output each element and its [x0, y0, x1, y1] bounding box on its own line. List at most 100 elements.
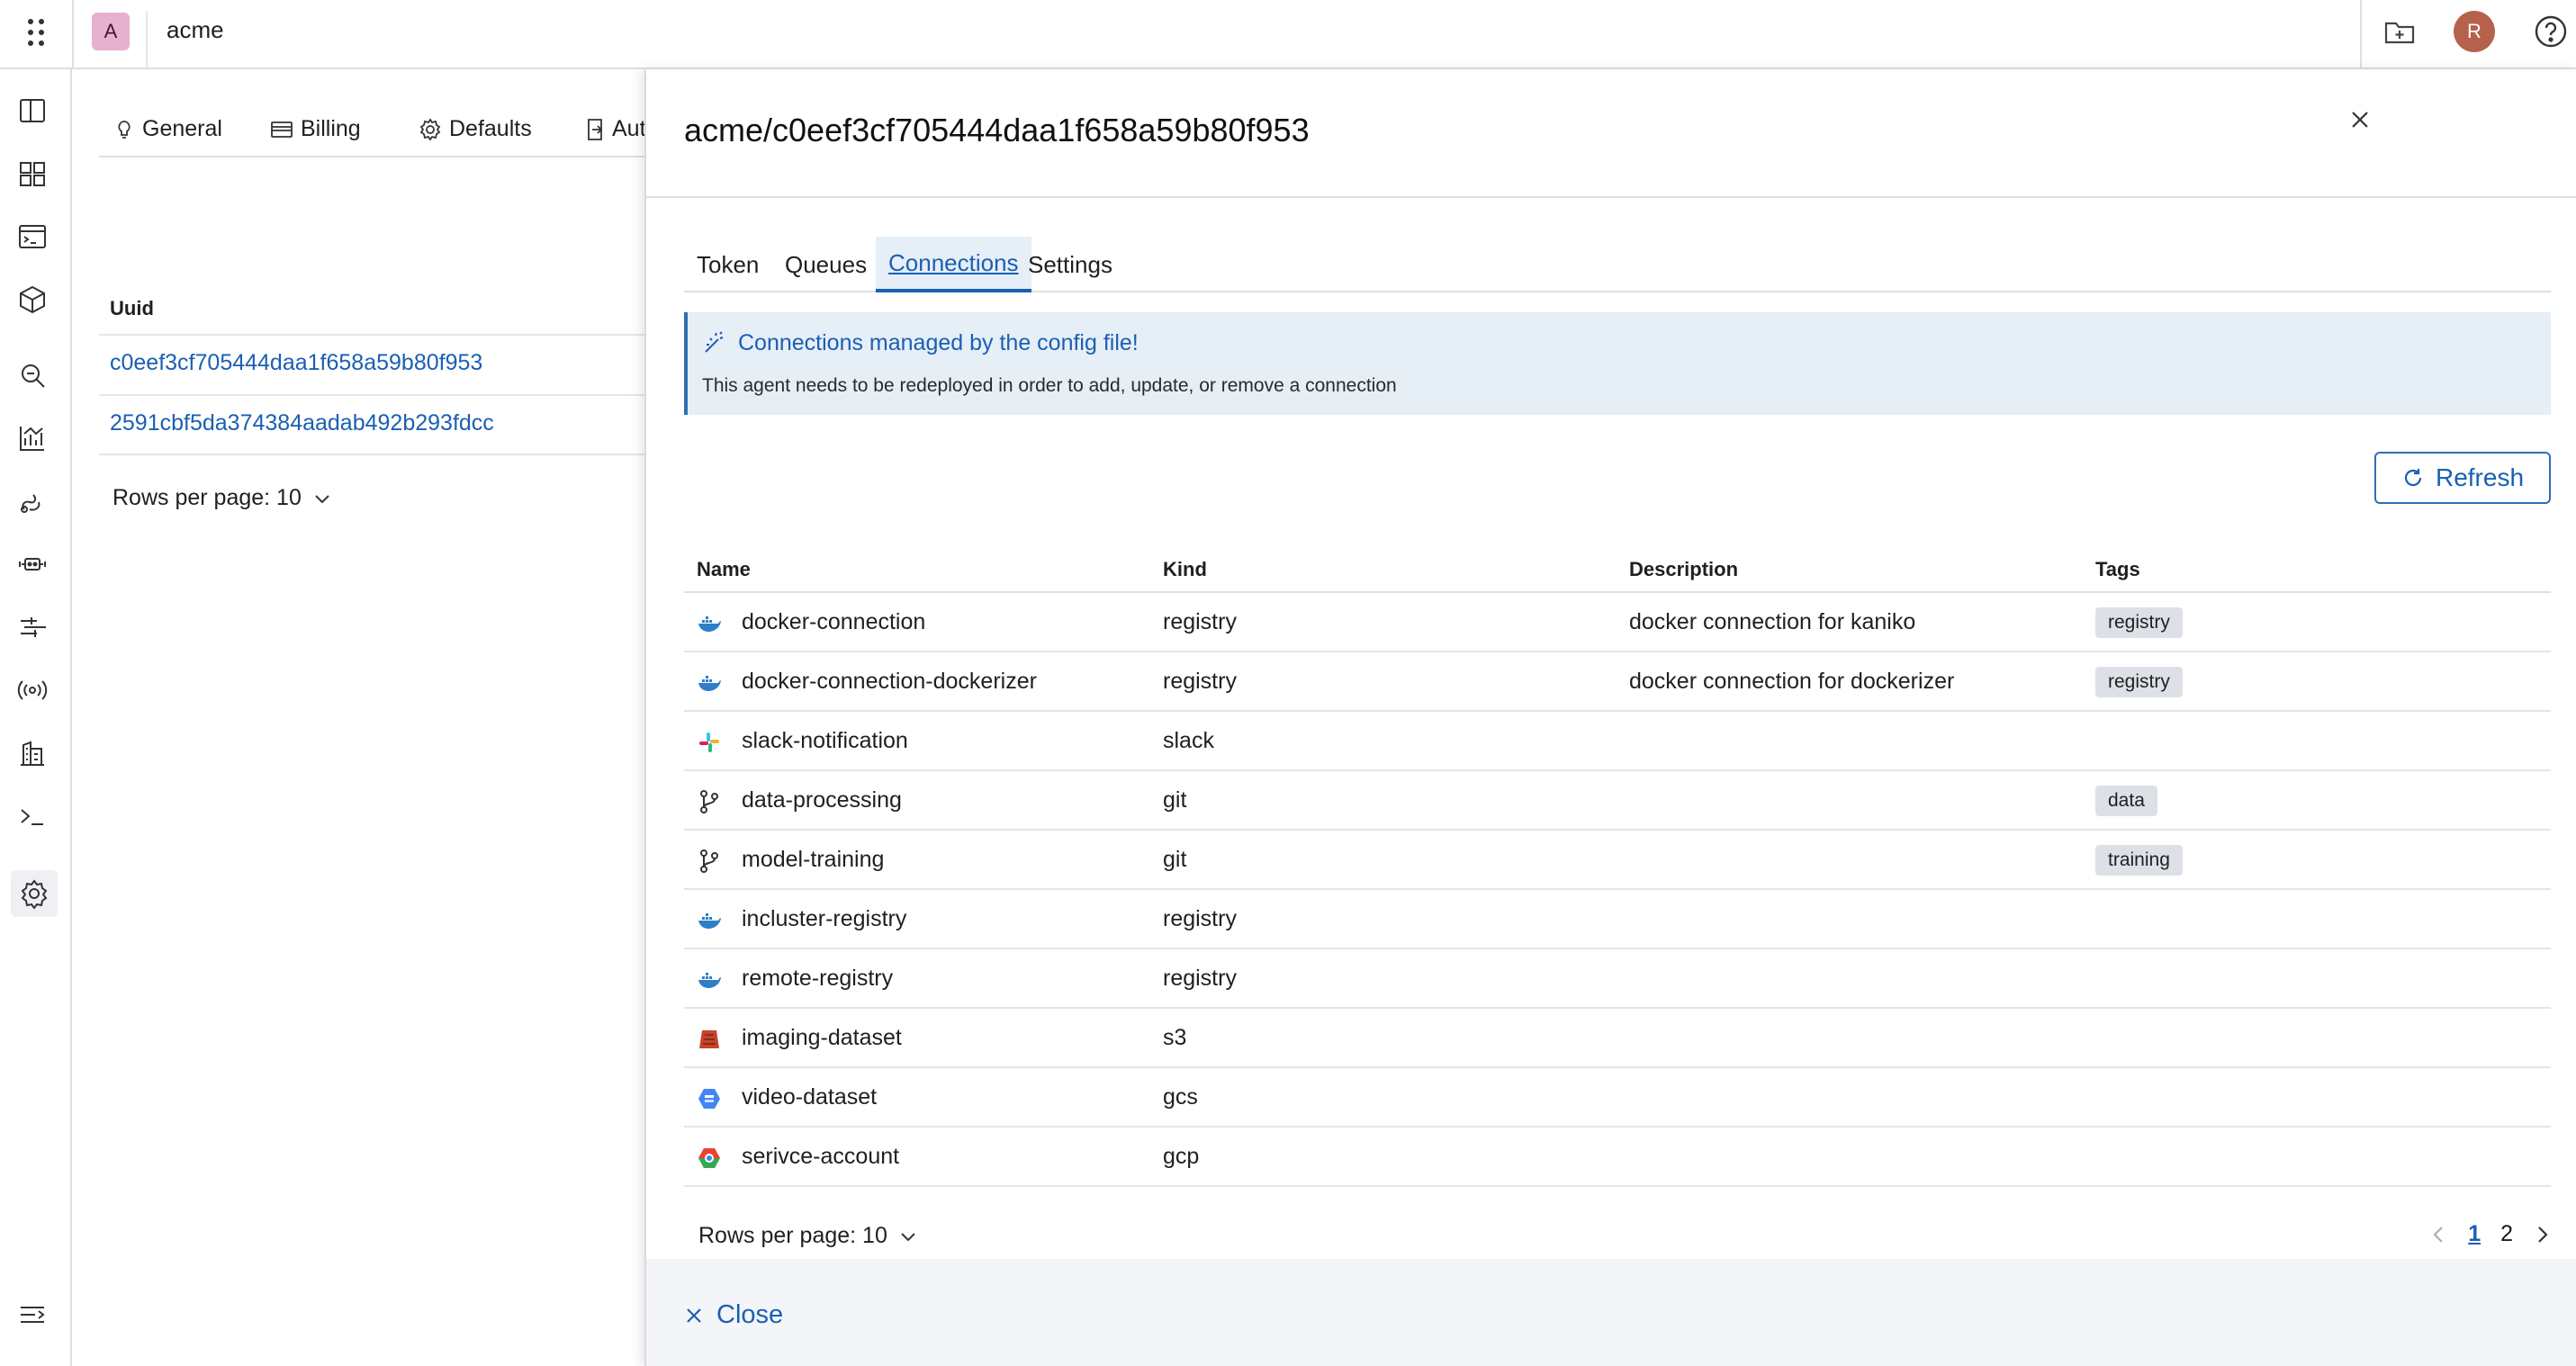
- settings-icon[interactable]: [11, 870, 58, 917]
- next-page-icon[interactable]: [2533, 1224, 2551, 1245]
- tab-general[interactable]: General: [113, 116, 222, 142]
- table-row[interactable]: remote-registry registry: [684, 949, 2551, 1009]
- search-icon[interactable]: [14, 357, 50, 393]
- column-header-kind[interactable]: Kind: [1163, 558, 1207, 581]
- console-icon[interactable]: [14, 219, 50, 255]
- connection-description: docker connection for kaniko: [1629, 609, 1916, 634]
- tag-badge: registry: [2095, 607, 2183, 638]
- agents-icon[interactable]: [14, 546, 50, 582]
- table-body: docker-connection registry docker connecti…: [684, 593, 2551, 1187]
- terminal-icon[interactable]: [14, 798, 50, 834]
- table-row[interactable]: 2591cbf5da374384aadab492b293fdcc: [99, 394, 675, 454]
- divider: [99, 454, 675, 455]
- refresh-button[interactable]: Refresh: [2374, 452, 2551, 504]
- gear-icon: [419, 117, 441, 141]
- table-row[interactable]: imaging-dataset s3: [684, 1009, 2551, 1068]
- table-row[interactable]: docker-connection-dockerizer registry dock…: [684, 652, 2551, 712]
- org-name[interactable]: acme: [167, 16, 224, 44]
- divider: [146, 11, 148, 68]
- docker-icon: [697, 967, 722, 993]
- uuid-link[interactable]: c0eef3cf705444daa1f658a59b80f953: [110, 350, 482, 376]
- table-row[interactable]: slack-notification slack: [684, 712, 2551, 771]
- top-bar: A acme R: [0, 0, 2576, 69]
- panel-icon[interactable]: [14, 93, 50, 129]
- user-avatar[interactable]: R: [2454, 11, 2495, 52]
- connection-name: serivce-account: [742, 1144, 900, 1169]
- signal-icon[interactable]: [14, 672, 50, 708]
- column-header-description[interactable]: Description: [1629, 558, 1738, 581]
- column-header-name[interactable]: Name: [697, 558, 751, 581]
- connection-name: data-processing: [742, 787, 902, 813]
- connection-kind: slack: [1163, 728, 1214, 753]
- magic-wand-icon: [702, 330, 727, 355]
- table-row[interactable]: model-training git training: [684, 831, 2551, 890]
- connection-name: model-training: [742, 847, 885, 872]
- new-folder-icon[interactable]: [2382, 13, 2418, 49]
- connection-kind: registry: [1163, 669, 1237, 694]
- uuid-link[interactable]: 2591cbf5da374384aadab492b293fdcc: [110, 410, 494, 436]
- page-2-link[interactable]: 2: [2500, 1221, 2513, 1247]
- table-header: Name Kind Description Tags: [684, 544, 2551, 593]
- tag-badge: data: [2095, 786, 2157, 816]
- uuid-column-header: Uuid: [110, 297, 154, 319]
- connection-name: docker-connection: [742, 609, 926, 634]
- table-row[interactable]: serivce-account gcp: [684, 1128, 2551, 1187]
- pipelines-icon[interactable]: [14, 483, 50, 519]
- connection-name: video-dataset: [742, 1084, 878, 1110]
- divider: [2360, 0, 2362, 69]
- gcs-icon: [697, 1086, 722, 1111]
- collapse-icon[interactable]: [14, 1297, 50, 1333]
- close-icon[interactable]: [2340, 100, 2380, 139]
- connection-description: docker connection for dockerizer: [1629, 669, 1955, 694]
- docker-icon: [697, 611, 722, 636]
- page-1-link[interactable]: 1: [2468, 1221, 2481, 1247]
- rows-per-page-select[interactable]: Rows per page: 10: [113, 485, 332, 511]
- settings-page: General Billing Defaults Auth Uuid c0eef…: [74, 69, 709, 1366]
- connection-kind: registry: [1163, 906, 1237, 931]
- analytics-icon[interactable]: [14, 420, 50, 456]
- s3-icon: [697, 1027, 722, 1052]
- connection-name: remote-registry: [742, 966, 894, 991]
- help-icon[interactable]: [2532, 13, 2570, 50]
- tag-badge: training: [2095, 845, 2183, 876]
- chevron-down-icon: [315, 494, 329, 503]
- connection-kind: gcp: [1163, 1144, 1200, 1169]
- tab-defaults[interactable]: Defaults: [419, 116, 532, 142]
- package-icon[interactable]: [14, 282, 50, 318]
- drawer-tabs: Token Queues Connections Settings: [684, 237, 2551, 292]
- flows-icon[interactable]: [14, 609, 50, 645]
- tab-billing[interactable]: Billing: [270, 116, 361, 142]
- prev-page-icon[interactable]: [2430, 1224, 2448, 1245]
- close-button[interactable]: Close: [684, 1300, 783, 1330]
- tab-token[interactable]: Token: [684, 237, 771, 292]
- apps-menu-icon[interactable]: [18, 14, 54, 50]
- dashboard-icon[interactable]: [14, 156, 50, 192]
- tab-settings[interactable]: Settings: [1015, 237, 1125, 292]
- connection-kind: git: [1163, 847, 1187, 872]
- table-row[interactable]: incluster-registry registry: [684, 890, 2551, 949]
- connection-name: imaging-dataset: [742, 1025, 902, 1050]
- docker-icon: [697, 908, 722, 933]
- rows-per-page-label: Rows per page: 10: [698, 1223, 887, 1248]
- docker-icon: [697, 670, 722, 696]
- table-row[interactable]: c0eef3cf705444daa1f658a59b80f953: [99, 334, 675, 393]
- table-row[interactable]: data-processing git data: [684, 771, 2551, 831]
- callout-body: This agent needs to be redeployed in ord…: [702, 375, 1397, 396]
- tab-queues[interactable]: Queues: [772, 237, 879, 292]
- org-avatar[interactable]: A: [92, 13, 130, 50]
- agent-drawer: acme/c0eef3cf705444daa1f658a59b80f953 To…: [644, 69, 2576, 1366]
- login-icon: [588, 118, 603, 140]
- tab-connections[interactable]: Connections: [876, 237, 1031, 292]
- connection-kind: git: [1163, 787, 1187, 813]
- connection-kind: s3: [1163, 1025, 1187, 1050]
- column-header-tags[interactable]: Tags: [2095, 558, 2140, 581]
- table-row[interactable]: video-dataset gcs: [684, 1068, 2551, 1128]
- org-icon[interactable]: [14, 735, 50, 771]
- connection-name: incluster-registry: [742, 906, 907, 931]
- rows-per-page-select[interactable]: Rows per page: 10: [698, 1223, 918, 1249]
- tab-general-label: General: [142, 116, 222, 141]
- billing-icon: [271, 121, 293, 138]
- callout-title: Connections managed by the config file!: [738, 330, 1139, 355]
- config-callout: Connections managed by the config file! …: [684, 312, 2551, 415]
- table-row[interactable]: docker-connection registry docker connecti…: [684, 593, 2551, 652]
